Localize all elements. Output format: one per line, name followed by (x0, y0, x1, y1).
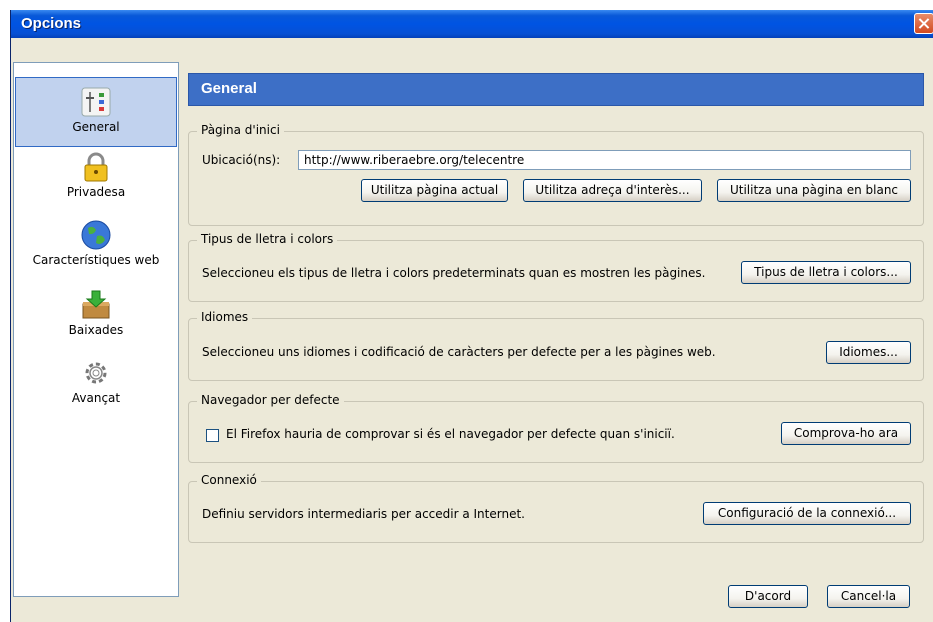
use-current-page-button[interactable]: Utilitza pàgina actual (361, 179, 508, 202)
group-legend: Tipus de lletra i colors (197, 232, 338, 246)
group-legend: Connexió (197, 473, 261, 487)
fonts-description: Seleccioneu els tipus de lletra i colors… (202, 266, 706, 280)
options-dialog: Opcions General Privadesa Característiqu… (10, 10, 933, 622)
sidebar-item-label: Baixades (68, 323, 124, 337)
sidebar-item-label: General (72, 120, 120, 134)
cancel-button[interactable]: Cancel·la (827, 585, 910, 608)
padlock-icon (84, 152, 108, 182)
location-label: Ubicació(ns): (202, 153, 281, 167)
title-bar[interactable]: Opcions (11, 10, 933, 38)
category-sidebar: General Privadesa Característiques web B… (13, 62, 179, 597)
default-browser-group: Navegador per defecte El Firefox hauria … (188, 393, 924, 463)
globe-icon (81, 220, 111, 250)
languages-button[interactable]: Idiomes... (826, 341, 911, 364)
homepage-url-field[interactable]: http://www.riberaebre.org/telecentre (298, 150, 911, 170)
sidebar-item-downloads[interactable]: Baixades (15, 289, 177, 349)
sidebar-item-label: Privadesa (66, 185, 126, 199)
default-browser-checkbox[interactable] (206, 429, 219, 442)
use-blank-page-button[interactable]: Utilitza una pàgina en blanc (717, 179, 911, 202)
use-bookmark-button[interactable]: Utilitza adreça d'interès... (523, 179, 702, 202)
sidebar-item-label: Avançat (71, 391, 121, 405)
connection-group: Connexió Definiu servidors intermediaris… (188, 473, 924, 543)
sidebar-item-advanced[interactable]: Avançat (15, 357, 177, 417)
download-box-icon (82, 290, 110, 319)
ok-button[interactable]: D'acord (728, 585, 808, 608)
connection-description: Definiu servidors intermediaris per acce… (202, 507, 525, 521)
close-button[interactable] (914, 13, 933, 34)
homepage-group: Pàgina d'inici Ubicació(ns): http://www.… (188, 123, 924, 226)
default-browser-label: El Firefox hauria de comprovar si és el … (226, 427, 675, 441)
sidebar-item-web-features[interactable]: Característiques web (15, 219, 177, 279)
fonts-colors-button[interactable]: Tipus de lletra i colors... (741, 261, 911, 284)
panel-title: General (201, 80, 257, 97)
languages-description: Seleccioneu uns idiomes i codificació de… (202, 345, 716, 359)
connection-settings-button[interactable]: Configuració de la connexió... (703, 502, 911, 525)
panel-header: General (188, 73, 924, 106)
fonts-colors-group: Tipus de lletra i colors Seleccioneu els… (188, 232, 924, 302)
group-legend: Navegador per defecte (197, 393, 344, 407)
window-title: Opcions (21, 15, 82, 32)
sidebar-item-label: Característiques web (32, 253, 160, 267)
group-legend: Idiomes (197, 310, 253, 324)
group-legend: Pàgina d'inici (197, 123, 284, 137)
general-settings-icon (81, 87, 111, 117)
languages-group: Idiomes Seleccioneu uns idiomes i codifi… (188, 310, 924, 381)
gear-icon (85, 362, 107, 384)
sidebar-item-general[interactable]: General (15, 77, 177, 147)
check-now-button[interactable]: Comprova-ho ara (781, 422, 911, 445)
sidebar-item-privacy[interactable]: Privadesa (15, 151, 177, 211)
